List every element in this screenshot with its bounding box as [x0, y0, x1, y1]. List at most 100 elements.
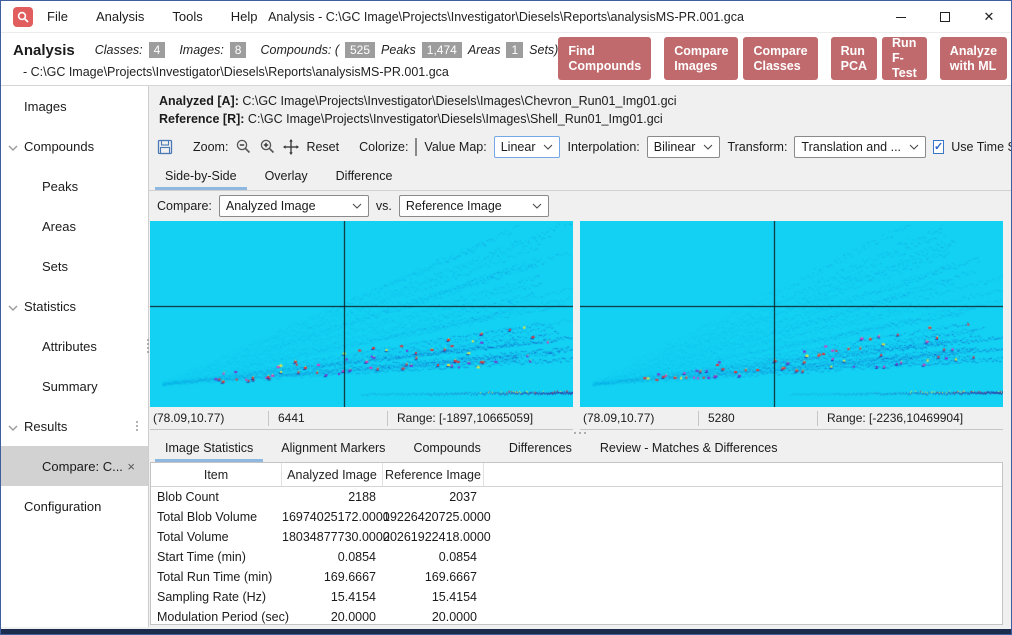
use-time-scale-label: Use Time Scale	[951, 140, 1012, 154]
menu-item-tools[interactable]: Tools	[172, 9, 202, 24]
chevron-down-icon	[8, 420, 18, 435]
tab-alignment-markers[interactable]: Alignment Markers	[267, 435, 399, 462]
colormap-icon[interactable]	[415, 138, 417, 156]
column-header-analyzed[interactable]: Analyzed Image	[282, 463, 383, 486]
compounds-label: Compounds: (	[260, 43, 339, 57]
tab-image-statistics[interactable]: Image Statistics	[151, 435, 267, 462]
run-f-test-button[interactable]: Run F-Test	[882, 37, 927, 80]
classes-label: Classes:	[95, 43, 143, 57]
sidebar-item-peaks[interactable]: Peaks	[1, 166, 148, 206]
zoom-out-button[interactable]	[235, 137, 252, 157]
reference-chromatogram-image[interactable]	[580, 221, 1003, 407]
zoom-label: Zoom:	[193, 140, 228, 154]
tab-side-by-side[interactable]: Side-by-Side	[151, 163, 251, 190]
view-tabs: Side-by-Side Overlay Difference	[149, 163, 1011, 191]
reference-panel: (78.09,10.77) 5280 Range: [-2236,1046990…	[580, 221, 1003, 430]
images-label: Images:	[179, 43, 223, 57]
table-row: Total Blob Volume 16974025172.0000 19226…	[151, 507, 1002, 527]
sidebar-item-compare-result[interactable]: Compare: C... ×	[1, 446, 148, 486]
stat-name: Total Run Time (min)	[151, 570, 282, 584]
save-icon	[157, 139, 173, 155]
compare-classes-button[interactable]: Compare Classes	[743, 37, 817, 80]
use-time-scale-checkbox[interactable]	[933, 140, 944, 154]
analysis-file-path: - C:\GC Image\Projects\Investigator\Dies…	[13, 62, 558, 79]
classes-count-badge: 4	[149, 42, 166, 58]
zoom-in-icon	[259, 138, 276, 155]
compare-label: Compare:	[157, 199, 212, 213]
minimize-button[interactable]	[879, 1, 923, 33]
sidebar-splitter-handle[interactable]	[147, 338, 149, 354]
tab-overlay[interactable]: Overlay	[251, 163, 322, 190]
sidebar-item-label: Peaks	[42, 179, 78, 194]
compare-right-select[interactable]: Reference Image	[399, 195, 549, 217]
stat-name: Start Time (min)	[151, 550, 282, 564]
transform-value: Translation and ...	[801, 140, 901, 154]
tab-compounds[interactable]: Compounds	[399, 435, 494, 462]
cursor-coordinates: (78.09,10.77)	[580, 411, 698, 425]
transform-label: Transform:	[727, 140, 787, 154]
tab-difference[interactable]: Difference	[322, 163, 407, 190]
tab-review-matches-differences[interactable]: Review - Matches & Differences	[586, 435, 792, 462]
column-header-reference[interactable]: Reference Image	[383, 463, 484, 486]
image-toolbar: Zoom:	[149, 130, 1011, 163]
cursor-coordinates: (78.09,10.77)	[150, 411, 268, 425]
value-map-select[interactable]: Linear	[494, 136, 561, 158]
compare-images-button[interactable]: Compare Images	[664, 37, 738, 80]
reference-value: 0.0854	[383, 550, 484, 564]
find-compounds-button[interactable]: Find Compounds	[558, 37, 651, 80]
sidebar-item-label: Statistics	[24, 299, 76, 314]
sidebar-item-images[interactable]: Images	[1, 86, 148, 126]
sidebar-item-label: Sets	[42, 259, 68, 274]
sidebar-item-label: Configuration	[24, 499, 101, 514]
sidebar-item-statistics[interactable]: Statistics	[1, 286, 148, 326]
analyzed-label: Analyzed [A]:	[159, 94, 239, 108]
sidebar-item-sets[interactable]: Sets	[1, 246, 148, 286]
save-button[interactable]	[157, 137, 173, 157]
intensity-range: Range: [-1897,10665059]	[388, 411, 573, 425]
analyzed-value: 16974025172.0000	[282, 510, 383, 524]
run-pca-button[interactable]: Run PCA	[831, 37, 877, 80]
images-count-badge: 8	[230, 42, 247, 58]
analyze-with-ml-button[interactable]: Analyze with ML	[940, 37, 1007, 80]
reset-view-button[interactable]	[283, 137, 299, 157]
sidebar-item-configuration[interactable]: Configuration	[1, 486, 148, 526]
intensity-range: Range: [-2236,10469904]	[818, 411, 1003, 425]
value-map-value: Linear	[501, 140, 536, 154]
chevron-down-icon	[352, 203, 362, 209]
close-result-icon[interactable]: ×	[127, 459, 135, 474]
close-button[interactable]: ✕	[967, 1, 1011, 33]
interpolation-select[interactable]: Bilinear	[647, 136, 721, 158]
compare-view: Analyzed [A]: C:\GC Image\Projects\Inves…	[149, 86, 1011, 627]
analyzed-panel: (78.09,10.77) 6441 Range: [-1897,1066505…	[150, 221, 573, 430]
sidebar-item-compounds[interactable]: Compounds	[1, 126, 148, 166]
menu-item-help[interactable]: Help	[231, 9, 258, 24]
menu-item-analysis[interactable]: Analysis	[96, 9, 144, 24]
compare-left-select[interactable]: Analyzed Image	[219, 195, 369, 217]
reference-value: 20.0000	[383, 610, 484, 624]
tab-differences[interactable]: Differences	[495, 435, 586, 462]
analyzed-value: 169.6667	[282, 570, 383, 584]
sidebar-item-attributes[interactable]: Attributes	[1, 326, 148, 366]
transform-select[interactable]: Translation and ...	[794, 136, 926, 158]
detail-tabs: Image Statistics Alignment Markers Compo…	[149, 436, 1011, 462]
column-header-item[interactable]: Item	[151, 463, 282, 486]
window-bottom-edge	[1, 629, 1011, 634]
maximize-button[interactable]	[923, 1, 967, 33]
menu-item-file[interactable]: File	[47, 9, 68, 24]
stat-name: Total Volume	[151, 530, 282, 544]
results-options-icon[interactable]	[136, 420, 138, 432]
reset-label[interactable]: Reset	[306, 140, 339, 154]
value-map-label: Value Map:	[424, 140, 486, 154]
minimize-icon	[896, 17, 906, 18]
zoom-in-button[interactable]	[259, 137, 276, 157]
table-row: Modulation Period (sec) 20.0000 20.0000	[151, 607, 1002, 625]
compare-selector-row: Compare: Analyzed Image vs. Reference Im…	[149, 191, 1011, 221]
sidebar-item-results[interactable]: Results	[1, 406, 148, 446]
analyzed-chromatogram-image[interactable]	[150, 221, 573, 407]
sidebar-item-summary[interactable]: Summary	[1, 366, 148, 406]
sidebar-item-areas[interactable]: Areas	[1, 206, 148, 246]
reference-label: Reference [R]:	[159, 112, 244, 126]
analyzed-value: 15.4154	[282, 590, 383, 604]
interpolation-label: Interpolation:	[567, 140, 639, 154]
sidebar-item-label: Results	[24, 419, 67, 434]
